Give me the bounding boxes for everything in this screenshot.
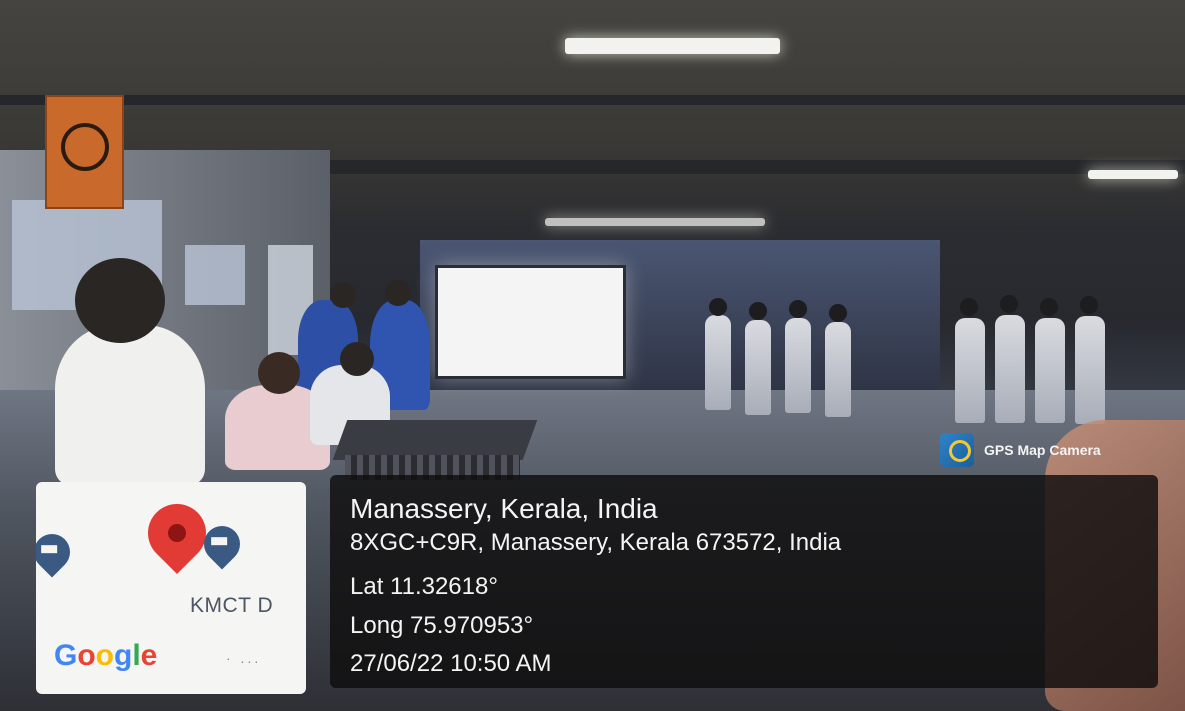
- student: [825, 322, 851, 417]
- ceiling-light: [565, 38, 780, 54]
- person-head: [340, 342, 374, 376]
- wall-poster: [185, 245, 245, 305]
- graduation-cap-pin-icon: [36, 526, 78, 578]
- student: [745, 320, 771, 415]
- ceiling-beam: [0, 95, 1185, 105]
- person-head: [385, 280, 411, 306]
- no-sign-board: [45, 95, 124, 209]
- student-head: [1040, 298, 1058, 316]
- gps-map-camera-badge: GPS Map Camera: [940, 433, 1101, 467]
- google-logo-letter: o: [95, 639, 114, 672]
- ceiling-light: [545, 218, 765, 226]
- gps-badge-label: GPS Map Camera: [984, 442, 1101, 458]
- student-head: [1080, 296, 1098, 314]
- student: [705, 315, 731, 410]
- google-logo-letter: o: [77, 639, 96, 672]
- projector-screen: [435, 265, 626, 379]
- google-logo: Google: [54, 639, 157, 673]
- latitude: Lat 11.32618°: [350, 573, 498, 600]
- table: [332, 420, 538, 460]
- google-logo-letter: g: [114, 639, 133, 672]
- student: [1035, 318, 1065, 423]
- student: [1075, 316, 1105, 424]
- map-attribution-dots: · ...: [226, 650, 262, 666]
- ceiling-light: [1088, 170, 1178, 179]
- person-head: [258, 352, 300, 394]
- student-head: [749, 302, 767, 320]
- google-logo-letter: G: [54, 639, 78, 672]
- student: [995, 315, 1025, 423]
- student-head: [789, 300, 807, 318]
- speaker-head: [75, 258, 165, 343]
- address-line: 8XGC+C9R, Manassery, Kerala 673572, Indi…: [350, 529, 842, 556]
- google-logo-letter: e: [140, 639, 158, 672]
- map-thumbnail: KMCT D Google · ...: [36, 482, 306, 694]
- longitude: Long 75.970953°: [350, 612, 534, 639]
- student-head: [709, 298, 727, 316]
- student-head: [1000, 295, 1018, 313]
- google-logo-letter: l: [132, 639, 141, 672]
- map-place-label: KMCT D: [190, 594, 274, 617]
- location-info-card: Manassery, Kerala, India 8XGC+C9R, Manas…: [330, 475, 1158, 688]
- student: [785, 318, 811, 413]
- speaker-white-coat: [55, 325, 205, 485]
- photo-scene: GPS Map Camera KMCT D Google · ... Manas…: [0, 0, 1185, 711]
- person-head: [330, 282, 356, 308]
- place-title: Manassery, Kerala, India: [350, 493, 658, 524]
- datetime: 27/06/22 10:50 AM: [350, 650, 552, 677]
- student: [955, 318, 985, 423]
- student-head: [829, 304, 847, 322]
- red-location-pin-icon: [135, 491, 219, 575]
- gps-map-camera-icon: [940, 433, 974, 467]
- student-head: [960, 298, 978, 316]
- ceiling-beam: [300, 160, 1185, 174]
